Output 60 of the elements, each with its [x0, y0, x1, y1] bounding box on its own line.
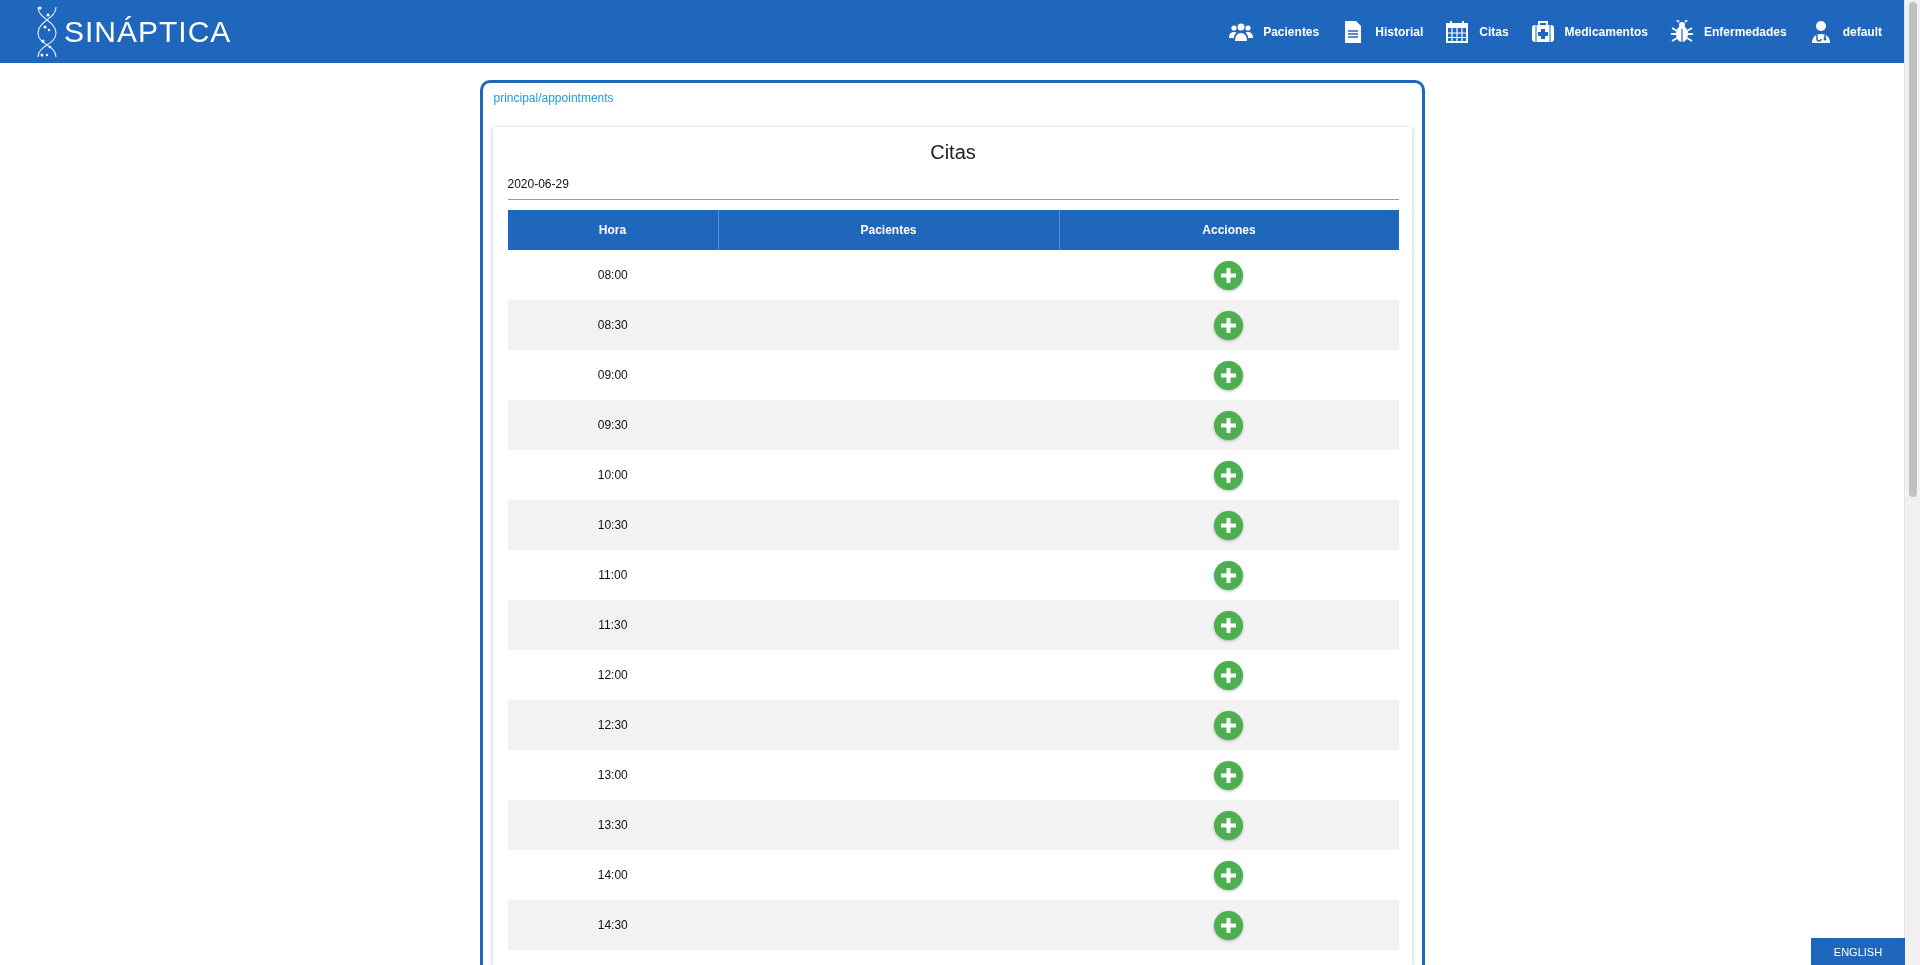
column-header: Hora: [507, 210, 718, 250]
add-button[interactable]: [1214, 760, 1244, 790]
add-button[interactable]: [1214, 560, 1244, 590]
table-cell: 08:30: [507, 300, 718, 350]
plus-icon: [1221, 567, 1237, 583]
dna-logo-icon: [34, 4, 60, 59]
add-button[interactable]: [1214, 710, 1244, 740]
nav-link[interactable]: default: [1808, 19, 1882, 44]
table-cell: 13:30: [507, 800, 718, 850]
table-cell: 12:00: [507, 650, 718, 700]
brand-name: SINÁPTICA: [64, 14, 232, 49]
add-button[interactable]: [1214, 460, 1244, 490]
table-cell: 09:30: [507, 400, 718, 450]
table-cell: 09:00: [507, 350, 718, 400]
calendar-icon: [1445, 19, 1470, 44]
add-button[interactable]: [1214, 910, 1244, 940]
add-button[interactable]: [1214, 360, 1244, 390]
table-cell: 11:00: [507, 550, 718, 600]
add-button[interactable]: [1214, 310, 1244, 340]
nav-link[interactable]: Pacientes: [1229, 19, 1320, 44]
column-header: Acciones: [1059, 210, 1399, 250]
nav-link[interactable]: Historial: [1341, 19, 1424, 44]
nav-link[interactable]: Enfermedades: [1669, 19, 1787, 44]
bug-icon: [1669, 19, 1694, 44]
table-cell: 14:00: [507, 850, 718, 900]
breadcrumb-link[interactable]: principal/appointments: [493, 91, 614, 105]
plus-icon: [1221, 367, 1237, 383]
card-title: Citas: [929, 141, 977, 164]
column-header: Pacientes: [718, 210, 1059, 250]
table-cell: 11:30: [507, 600, 718, 650]
table-cell: 08:00: [507, 250, 718, 300]
table-cell: 10:00: [507, 450, 718, 500]
table-cell: 12:30: [507, 700, 718, 750]
add-button[interactable]: [1214, 660, 1244, 690]
medical-kit-icon: [1530, 19, 1555, 44]
plus-icon: [1221, 517, 1237, 533]
add-button[interactable]: [1214, 510, 1244, 540]
plus-icon: [1221, 267, 1237, 283]
plus-icon: [1221, 467, 1237, 483]
add-button[interactable]: [1214, 410, 1244, 440]
plus-icon: [1221, 867, 1237, 883]
plus-icon: [1221, 667, 1237, 683]
nav-link[interactable]: Citas: [1445, 19, 1509, 44]
add-button[interactable]: [1214, 610, 1244, 640]
plus-icon: [1221, 617, 1237, 633]
table-cell: 14:30: [507, 900, 718, 950]
add-button[interactable]: [1214, 260, 1244, 290]
table-cell: 10:30: [507, 500, 718, 550]
nav-link[interactable]: Medicamentos: [1530, 19, 1648, 44]
plus-icon: [1221, 767, 1237, 783]
language-button[interactable]: ENGLISH: [1811, 938, 1905, 965]
plus-icon: [1221, 817, 1237, 833]
plus-icon: [1221, 917, 1237, 933]
add-button[interactable]: [1214, 860, 1244, 890]
add-button[interactable]: [1214, 810, 1244, 840]
plus-icon: [1221, 417, 1237, 433]
table-cell: 13:00: [507, 750, 718, 800]
date-text: 2020-06-29: [507, 177, 1399, 200]
plus-icon: [1221, 317, 1237, 333]
plus-icon: [1221, 717, 1237, 733]
